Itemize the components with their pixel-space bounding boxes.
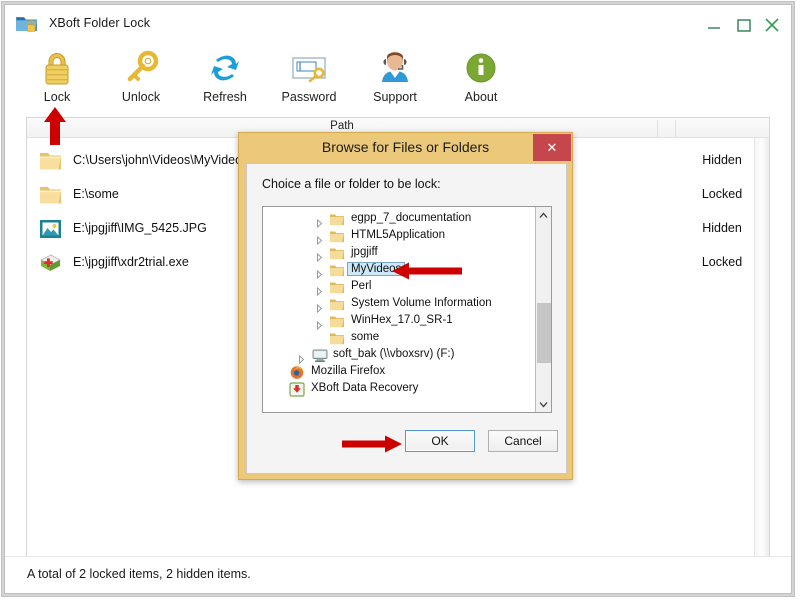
key-icon — [99, 47, 183, 89]
chevron-right-icon[interactable] — [315, 266, 324, 280]
folder-lock-icon — [15, 13, 39, 35]
close-icon[interactable]: ✕ — [533, 134, 571, 161]
browse-for-files-or-folders-dialog: Browse for Files or Folders ✕ Choice a f… — [238, 132, 573, 480]
toolbar-button-about[interactable]: About — [439, 47, 523, 113]
tree-vertical-scrollbar[interactable] — [535, 207, 551, 412]
red-arrow-left-icon — [391, 261, 463, 286]
tree-item-label: some — [351, 331, 380, 343]
list-vertical-scrollbar[interactable] — [754, 138, 769, 556]
folder-icon — [329, 297, 345, 312]
tree-item-label: WinHex_17.0_SR-1 — [351, 314, 453, 326]
folder-icon — [329, 246, 345, 261]
status-summary-text: A total of 2 locked items, 2 hidden item… — [27, 567, 251, 581]
folder-icon — [38, 183, 64, 207]
password-field-key-icon — [267, 47, 351, 89]
chevron-right-icon[interactable] — [315, 300, 324, 314]
toolbar-label-about: About — [464, 90, 498, 104]
toolbar-label-password: Password — [281, 90, 337, 104]
window-title: XBoft Folder Lock — [49, 16, 151, 30]
tree-item-xboft-data-recovery[interactable]: XBoft Data Recovery — [263, 381, 537, 398]
column-separator[interactable] — [657, 120, 658, 137]
red-arrow-up-icon — [41, 105, 69, 152]
toolbar-label-support: Support — [373, 90, 417, 104]
tree-item-egpp-7-documentation[interactable]: egpp_7_documentation — [263, 211, 537, 229]
toolbar-label-refresh: Refresh — [203, 90, 247, 104]
toolbar-button-password[interactable]: Password — [267, 47, 351, 113]
scrollbar-thumb[interactable] — [537, 303, 551, 363]
tree-item-html5application[interactable]: HTML5Application — [263, 228, 537, 246]
dialog-title: Browse for Files or Folders — [321, 139, 490, 155]
application-window: XBoft Folder Lock Lock Unlock Refresh Pa… — [4, 4, 792, 594]
folder-icon — [329, 212, 345, 227]
folder-tree-view[interactable]: egpp_7_documentation HTML5Application jp… — [262, 206, 552, 413]
tree-item-label: System Volume Information — [351, 297, 492, 309]
toolbar-button-refresh[interactable]: Refresh — [183, 47, 267, 113]
toolbar-button-unlock[interactable]: Unlock — [99, 47, 183, 113]
tree-item-jpgjiff[interactable]: jpgjiff — [263, 245, 537, 263]
dialog-body: Choice a file or folder to be lock: egpp… — [246, 163, 567, 474]
tree-item-label: jpgjiff — [351, 246, 378, 258]
scroll-up-icon[interactable] — [536, 207, 551, 223]
folder-icon — [329, 331, 345, 346]
toolbar: Lock Unlock Refresh Password Support Abo… — [5, 43, 791, 115]
row-path: E:\jpgjiff\xdr2trial.exe — [73, 255, 189, 269]
image-file-icon — [38, 217, 64, 241]
tree-item-some[interactable]: some — [263, 330, 537, 347]
tree-item-system-volume-information[interactable]: System Volume Information — [263, 296, 537, 314]
chevron-right-icon[interactable] — [315, 249, 324, 263]
folder-icon — [329, 263, 345, 278]
chevron-right-icon[interactable] — [315, 283, 324, 297]
tree-item-winhex[interactable]: WinHex_17.0_SR-1 — [263, 313, 537, 331]
title-bar: XBoft Folder Lock — [5, 5, 791, 43]
tree-item-label: soft_bak (\\vboxsrv) (F:) — [333, 348, 455, 360]
status-bar: A total of 2 locked items, 2 hidden item… — [5, 556, 791, 593]
setup-exe-icon — [38, 251, 64, 275]
network-drive-icon — [311, 348, 329, 363]
toolbar-button-support[interactable]: Support — [353, 47, 437, 113]
tree-item-label: egpp_7_documentation — [351, 212, 472, 224]
row-path: E:\some — [73, 187, 119, 201]
ok-button[interactable]: OK — [405, 430, 475, 452]
tree-item-label: Mozilla Firefox — [311, 365, 386, 377]
tree-item-mozilla-firefox[interactable]: Mozilla Firefox — [263, 364, 537, 381]
folder-icon — [329, 229, 345, 244]
folder-icon — [38, 149, 64, 173]
maximize-icon[interactable] — [731, 15, 757, 35]
info-circle-icon — [439, 47, 523, 89]
firefox-icon — [289, 365, 305, 380]
tree-item-label: Perl — [351, 280, 372, 292]
toolbar-button-lock[interactable]: Lock — [15, 47, 99, 113]
chevron-right-icon[interactable] — [315, 232, 324, 246]
tree-item-label: XBoft Data Recovery — [311, 382, 419, 394]
folder-icon — [329, 314, 345, 329]
chevron-right-icon[interactable] — [297, 351, 306, 365]
tree-item-soft-bak-network-drive[interactable]: soft_bak (\\vboxsrv) (F:) — [263, 347, 537, 365]
minimize-icon[interactable] — [701, 15, 727, 35]
column-header-path[interactable]: Path — [27, 120, 657, 132]
row-path: E:\jpgjiff\IMG_5425.JPG — [73, 221, 207, 235]
tree-item-label: HTML5Application — [351, 229, 445, 241]
toolbar-label-unlock: Unlock — [121, 90, 161, 104]
column-separator[interactable] — [675, 120, 676, 137]
refresh-arrows-icon — [183, 47, 267, 89]
chevron-right-icon[interactable] — [315, 215, 324, 229]
headset-agent-icon — [353, 47, 437, 89]
row-path: C:\Users\john\Videos\MyVideo — [73, 153, 243, 167]
red-arrow-right-icon — [341, 434, 403, 459]
dialog-title-bar: Browse for Files or Folders ✕ — [239, 133, 572, 163]
toolbar-label-lock: Lock — [43, 90, 71, 104]
dialog-prompt-label: Choice a file or folder to be lock: — [262, 177, 441, 191]
xboft-recovery-icon — [289, 382, 305, 397]
close-icon[interactable] — [759, 15, 785, 35]
padlock-icon — [15, 47, 99, 89]
cancel-button[interactable]: Cancel — [488, 430, 558, 452]
scroll-down-icon[interactable] — [536, 396, 551, 412]
chevron-right-icon[interactable] — [315, 317, 324, 331]
folder-icon — [329, 280, 345, 295]
